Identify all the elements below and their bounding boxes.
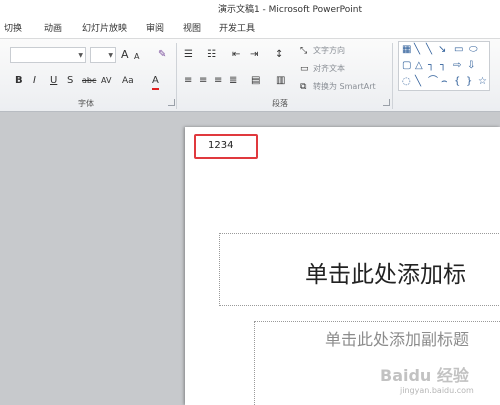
clear-formatting-icon[interactable]: ✎	[158, 48, 166, 62]
character-spacing-icon[interactable]: AV	[101, 74, 111, 88]
line-spacing-icon[interactable]: ↕	[275, 48, 283, 62]
paragraph-group-label: 段落	[272, 99, 288, 108]
align-text-icon[interactable]: ▭	[300, 62, 309, 76]
rounded-rectangle-shape-icon[interactable]: ▢	[402, 60, 411, 72]
change-case-icon[interactable]: Aa	[122, 74, 134, 88]
tab-transitions[interactable]: 切换	[4, 21, 22, 34]
increase-indent-icon[interactable]: ⇥	[250, 48, 258, 62]
baidu-watermark-logo: Baidu 经验	[380, 366, 469, 385]
font-dialog-launcher-icon[interactable]	[168, 99, 175, 106]
brace-right-icon[interactable]: }	[466, 76, 472, 88]
strikethrough-icon[interactable]: abc	[82, 74, 96, 88]
elbow-connector-icon[interactable]: ┐	[428, 60, 434, 72]
bullets-icon[interactable]: ☰	[184, 48, 193, 62]
underline-icon[interactable]: U	[50, 74, 57, 88]
text-direction-icon[interactable]: ⤡	[300, 44, 307, 58]
oval-shape-icon[interactable]: ⬭	[469, 44, 478, 56]
callout-shape-icon[interactable]: ◌	[402, 76, 411, 88]
shadow-icon[interactable]: S	[67, 74, 73, 88]
grow-font-icon[interactable]: A	[121, 48, 129, 62]
tab-slideshow[interactable]: 幻灯片放映	[82, 21, 127, 34]
align-center-icon[interactable]: ≡	[199, 74, 207, 88]
align-text-label[interactable]: 对齐文本	[313, 62, 345, 76]
font-color-icon[interactable]: A	[152, 74, 159, 90]
curve-shape-icon[interactable]: ⌢	[441, 76, 448, 88]
arrow-shape-icon[interactable]: ↘	[438, 44, 446, 56]
distributed-icon[interactable]: ▤	[251, 74, 260, 88]
title-bar: 演示文稿1 - Microsoft PowerPoint	[0, 0, 500, 16]
textbox-shape-icon[interactable]: ▦	[402, 44, 411, 56]
smartart-icon[interactable]: ⧉	[300, 80, 306, 94]
baidu-watermark-url: jingyan.baidu.com	[400, 386, 474, 395]
ribbon-tab-bar: 切换 动画 幻灯片放映 审阅 视图 开发工具	[0, 16, 500, 38]
title-placeholder-text[interactable]: 单击此处添加标	[305, 255, 466, 289]
freeform-shape-icon[interactable]: ⌒	[428, 76, 438, 88]
bold-icon[interactable]: B	[15, 74, 23, 88]
group-divider	[392, 43, 393, 109]
line-shape-icon[interactable]: ╲	[426, 44, 432, 56]
group-divider	[176, 43, 177, 109]
window-title: 演示文稿1 - Microsoft PowerPoint	[217, 5, 363, 15]
subtitle-placeholder-text[interactable]: 单击此处添加副标题	[325, 326, 469, 350]
shrink-font-icon[interactable]: A	[134, 50, 139, 64]
elbow-connector-icon[interactable]: ┐	[440, 60, 446, 72]
line-shape-icon[interactable]: ╲	[414, 44, 420, 56]
star-shape-icon[interactable]: ☆	[478, 76, 487, 88]
font-group-label: 字体	[78, 99, 94, 108]
tab-developer[interactable]: 开发工具	[219, 21, 255, 34]
slide-header-text[interactable]: 1234	[208, 140, 233, 151]
columns-icon[interactable]: ▥	[276, 74, 285, 88]
tab-review[interactable]: 审阅	[146, 21, 164, 34]
paragraph-dialog-launcher-icon[interactable]	[383, 99, 390, 106]
numbering-icon[interactable]: ☷	[207, 48, 216, 62]
tab-view[interactable]: 视图	[183, 21, 201, 34]
down-arrow-shape-icon[interactable]: ⇩	[467, 60, 475, 72]
font-name-dropdown[interactable]: ▼	[10, 47, 86, 63]
brace-left-icon[interactable]: {	[454, 76, 460, 88]
shapes-gallery: ▦ ╲ ╲ ↘ ▭ ⬭ ▢ △ ┐ ┐ ⇨ ⇩ ◌ ╲ ⌒ ⌢ { } ☆	[398, 41, 490, 91]
align-right-icon[interactable]: ≡	[214, 74, 222, 88]
align-left-icon[interactable]: ≡	[184, 74, 192, 88]
chevron-down-icon: ▼	[78, 52, 83, 59]
freeform-shape-icon[interactable]: ╲	[415, 76, 421, 88]
rectangle-shape-icon[interactable]: ▭	[454, 44, 463, 56]
decrease-indent-icon[interactable]: ⇤	[232, 48, 240, 62]
italic-icon[interactable]: I	[33, 74, 36, 88]
convert-smartart-label[interactable]: 转换为 SmartArt	[313, 80, 376, 94]
justify-icon[interactable]: ≣	[229, 74, 237, 88]
triangle-shape-icon[interactable]: △	[415, 60, 423, 72]
text-direction-label[interactable]: 文字方向	[313, 44, 345, 58]
chevron-down-icon: ▼	[108, 52, 113, 59]
right-arrow-shape-icon[interactable]: ⇨	[453, 60, 461, 72]
tab-animations[interactable]: 动画	[44, 21, 62, 34]
font-size-dropdown[interactable]: ▼	[90, 47, 116, 63]
